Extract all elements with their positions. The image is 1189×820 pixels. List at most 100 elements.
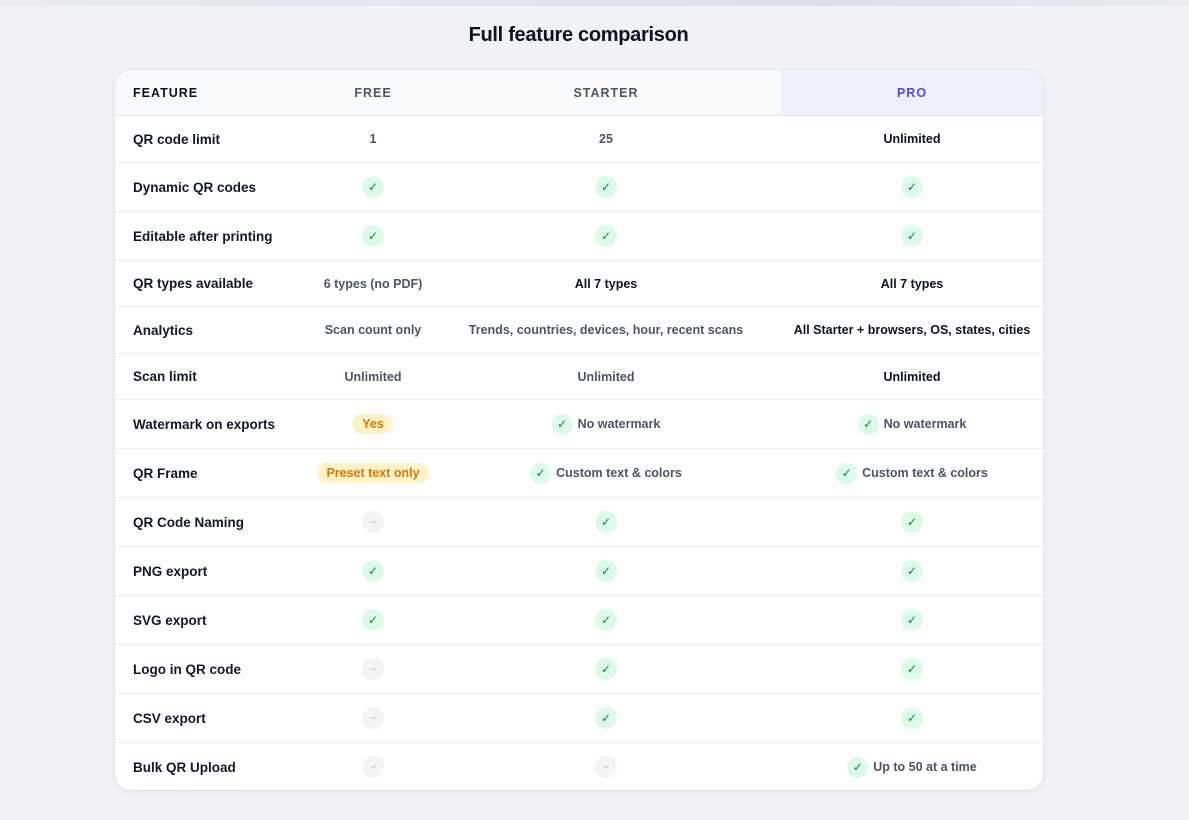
cell-free: – bbox=[315, 743, 431, 791]
table-header: FEATURE FREE STARTER PRO bbox=[115, 70, 1043, 116]
cell-pro: All Starter + browsers, OS, states, citi… bbox=[781, 306, 1043, 354]
check-icon: ✓ bbox=[362, 225, 384, 247]
top-decoration bbox=[0, 0, 1189, 6]
cell-starter: 25 bbox=[431, 115, 781, 163]
cell-pro: Unlimited bbox=[781, 115, 1043, 163]
column-header-pro: PRO bbox=[781, 70, 1043, 116]
cell-value: Unlimited bbox=[577, 369, 635, 384]
check-icon: ✓ bbox=[595, 225, 617, 247]
check-with-label: ✓ Custom text & colors bbox=[530, 462, 682, 484]
cell-free: ✓ bbox=[315, 546, 431, 596]
cell-pro: ✓ Custom text & colors bbox=[781, 448, 1043, 498]
table-row: SVG export ✓ ✓ ✓ bbox=[115, 595, 1043, 645]
check-icon: ✓ bbox=[362, 609, 384, 631]
cell-starter: ✓ bbox=[431, 693, 781, 743]
cell-starter: Trends, countries, devices, hour, recent… bbox=[431, 306, 781, 354]
check-with-label: ✓ No watermark bbox=[857, 413, 967, 435]
cell-value: 1 bbox=[369, 132, 377, 146]
dash-icon: – bbox=[362, 658, 384, 680]
cell-pro: ✓ bbox=[781, 546, 1043, 596]
cell-value: All Starter + browsers, OS, states, citi… bbox=[793, 323, 1031, 337]
cell-pro: ✓ bbox=[781, 644, 1043, 694]
check-icon: ✓ bbox=[595, 176, 617, 198]
check-with-label: ✓ Up to 50 at a time bbox=[847, 756, 977, 778]
status-badge: Preset text only bbox=[317, 463, 429, 483]
header-row: FEATURE FREE STARTER PRO bbox=[115, 70, 1043, 116]
dash-icon: – bbox=[362, 707, 384, 729]
cell-pro: ✓ bbox=[781, 211, 1043, 261]
check-icon: ✓ bbox=[901, 707, 923, 729]
feature-comparison-table: FEATURE FREE STARTER PRO QR code limit 1 2… bbox=[115, 70, 1043, 790]
table-row: QR code limit 1 25 Unlimited bbox=[115, 115, 1043, 163]
check-icon: ✓ bbox=[595, 658, 617, 680]
feature-name: CSV export bbox=[115, 693, 315, 743]
cell-free: Scan count only bbox=[315, 306, 431, 354]
cell-pro: ✓ bbox=[781, 595, 1043, 645]
check-icon: ✓ bbox=[901, 176, 923, 198]
cell-free: ✓ bbox=[315, 595, 431, 645]
feature-name: QR types available bbox=[115, 260, 315, 307]
check-icon: ✓ bbox=[595, 511, 617, 533]
feature-name: QR Frame bbox=[115, 448, 315, 498]
table-row: QR types available 6 types (no PDF) All 7 … bbox=[115, 260, 1043, 307]
feature-name: Scan limit bbox=[115, 353, 315, 400]
cell-value: No watermark bbox=[577, 417, 661, 431]
cell-pro: ✓ No watermark bbox=[781, 399, 1043, 449]
check-icon: ✓ bbox=[901, 225, 923, 247]
cell-free: Preset text only bbox=[315, 448, 431, 498]
cell-starter: ✓ bbox=[431, 595, 781, 645]
cell-free: Yes bbox=[315, 399, 431, 449]
feature-name: Dynamic QR codes bbox=[115, 162, 315, 212]
table-row: PNG export ✓ ✓ ✓ bbox=[115, 546, 1043, 596]
cell-value: 25 bbox=[599, 132, 613, 146]
page-title: Full feature comparison bbox=[468, 24, 689, 46]
cell-free: 6 types (no PDF) bbox=[315, 260, 431, 307]
cell-starter: ✓ bbox=[431, 644, 781, 694]
check-icon: ✓ bbox=[595, 707, 617, 729]
cell-starter: ✓ bbox=[431, 211, 781, 261]
feature-name: PNG export bbox=[115, 546, 315, 596]
cell-value: Custom text & colors bbox=[556, 466, 682, 480]
check-icon: ✓ bbox=[901, 511, 923, 533]
feature-name: Editable after printing bbox=[115, 211, 315, 261]
feature-name: SVG export bbox=[115, 595, 315, 645]
table-row: Editable after printing ✓ ✓ ✓ bbox=[115, 211, 1043, 261]
check-icon: ✓ bbox=[551, 413, 573, 435]
check-icon: ✓ bbox=[901, 658, 923, 680]
check-icon: ✓ bbox=[530, 462, 552, 484]
cell-value: Custom text & colors bbox=[862, 466, 988, 480]
cell-value: Up to 50 at a time bbox=[873, 760, 977, 775]
check-icon: ✓ bbox=[595, 560, 617, 582]
feature-name: Analytics bbox=[115, 306, 315, 354]
cell-value: Trends, countries, devices, hour, recent… bbox=[468, 323, 744, 337]
table-row: Logo in QR code – ✓ ✓ bbox=[115, 644, 1043, 694]
check-icon: ✓ bbox=[362, 176, 384, 198]
check-with-label: ✓ No watermark bbox=[551, 413, 661, 435]
table-row: QR Code Naming – ✓ ✓ bbox=[115, 497, 1043, 547]
column-header-free: FREE bbox=[315, 70, 431, 116]
check-icon: ✓ bbox=[836, 462, 858, 484]
dash-icon: – bbox=[595, 756, 617, 779]
table-row: CSV export – ✓ ✓ bbox=[115, 693, 1043, 743]
cell-starter: All 7 types bbox=[431, 260, 781, 307]
cell-value: No watermark bbox=[883, 417, 967, 431]
cell-starter: ✓ bbox=[431, 497, 781, 547]
cell-free: 1 bbox=[315, 115, 431, 163]
column-header-starter: STARTER bbox=[431, 70, 781, 116]
feature-name: QR code limit bbox=[115, 115, 315, 163]
cell-free: Unlimited bbox=[315, 353, 431, 400]
check-icon: ✓ bbox=[595, 609, 617, 631]
dash-icon: – bbox=[362, 756, 384, 779]
cell-pro: All 7 types bbox=[781, 260, 1043, 307]
cell-free: ✓ bbox=[315, 211, 431, 261]
cell-value: Unlimited bbox=[883, 369, 941, 384]
check-icon: ✓ bbox=[362, 560, 384, 582]
cell-free: – bbox=[315, 693, 431, 743]
feature-name: Watermark on exports bbox=[115, 399, 315, 449]
cell-pro: ✓ Up to 50 at a time bbox=[781, 743, 1043, 791]
feature-name: QR Code Naming bbox=[115, 497, 315, 547]
cell-value: All 7 types bbox=[880, 276, 944, 291]
check-icon: ✓ bbox=[847, 756, 869, 778]
cell-value: Scan count only bbox=[324, 323, 422, 337]
status-badge: Yes bbox=[353, 414, 393, 434]
